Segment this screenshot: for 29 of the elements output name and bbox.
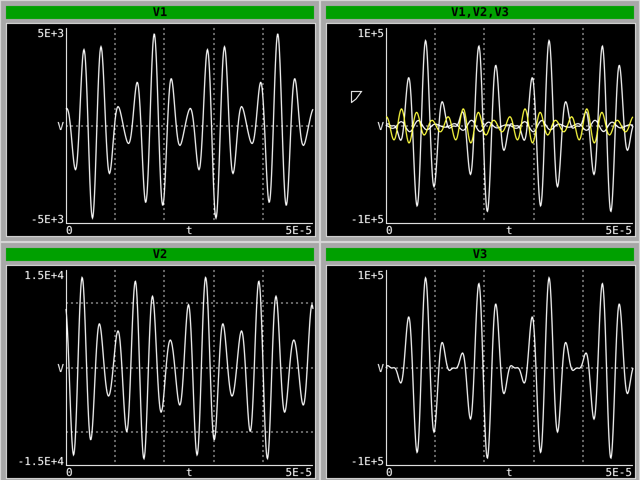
axis-label: t	[506, 467, 513, 478]
axis-label: -1E+5	[350, 214, 384, 225]
panel-title: V1	[6, 6, 314, 19]
axis-label: 0	[66, 467, 73, 478]
axis-label: 1E+5	[358, 270, 384, 281]
axis-label: 5E-5	[606, 467, 632, 478]
axis-label: 0	[66, 225, 73, 236]
axis-label: -1.5E+4	[18, 456, 64, 467]
panel-title: V3	[326, 248, 634, 261]
axis-label: 5E-5	[286, 225, 312, 236]
axis-label: t	[186, 225, 193, 236]
axis-label: V	[57, 363, 64, 374]
panel-title: V1,V2,V3	[326, 6, 634, 19]
axis-label: 5E+3	[38, 28, 64, 39]
axis-label: V	[57, 121, 64, 132]
axis-label: 1.5E+4	[24, 270, 64, 281]
axis-label: V	[377, 363, 384, 374]
axis-label: 5E-5	[606, 225, 632, 236]
axis-label: 0	[386, 467, 393, 478]
axis-label: 0	[386, 225, 393, 236]
panel-title: V2	[6, 248, 314, 261]
axis-label: V	[377, 121, 384, 132]
axis-label: t	[186, 467, 193, 478]
cursor-icon	[351, 91, 363, 103]
axis-label: 5E-5	[286, 467, 312, 478]
axis-label: -5E+3	[30, 214, 64, 225]
axis-label: 1E+5	[358, 28, 384, 39]
axis-label: -1E+5	[350, 456, 384, 467]
axis-label: t	[506, 225, 513, 236]
